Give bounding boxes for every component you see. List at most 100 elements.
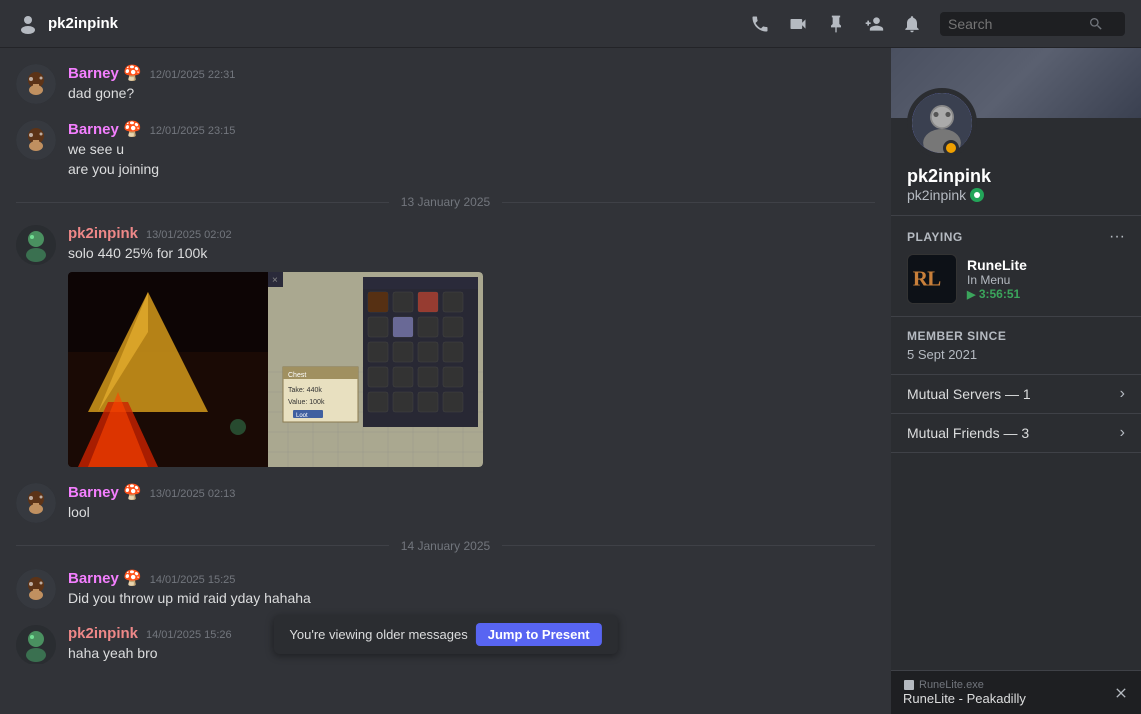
message-group: pk2inpink 13/01/2025 02:02 solo 440 25% … <box>16 225 875 467</box>
right-panel: ··· <box>891 48 1141 714</box>
playing-more-icon[interactable]: ··· <box>1109 228 1125 246</box>
playing-row: RL RuneLite In Menu ▶ 3:56:51 <box>907 254 1125 304</box>
search-icon <box>1088 16 1104 32</box>
message-header: Barney 🍄 13/01/2025 02:13 <box>68 483 875 501</box>
runelite-close-button[interactable] <box>1113 685 1129 701</box>
message-group: Barney 🍄 13/01/2025 02:13 lool <box>16 483 875 523</box>
message-text: lool <box>68 503 875 523</box>
chevron-right-icon-2: › <box>1120 424 1125 442</box>
message-author: Barney 🍄 <box>68 483 142 501</box>
profile-avatar-area <box>891 88 1141 158</box>
call-icon[interactable] <box>750 14 770 34</box>
playing-section: Playing ··· RL RuneLite In Menu ▶ 3:56 <box>891 216 1141 317</box>
avatar <box>16 225 56 265</box>
profile-tag: pk2inpink <box>907 187 1125 203</box>
main-layout: Barney 🍄 12/01/2025 22:31 dad gone? <box>0 48 1141 714</box>
message-header: Barney 🍄 12/01/2025 22:31 <box>68 64 875 82</box>
mutual-servers-row[interactable]: Mutual Servers — 1 › <box>891 375 1141 414</box>
avatar <box>16 64 56 104</box>
svg-text:Chest: Chest <box>288 372 306 379</box>
runelite-bar: RuneLite.exe RuneLite - Peakadilly <box>891 670 1141 714</box>
date-divider: 14 January 2025 <box>16 539 875 553</box>
message-text: Did you throw up mid raid yday hahaha <box>68 589 875 609</box>
message-text: we see u are you joining <box>68 140 875 179</box>
svg-text:Value: 100k: Value: 100k <box>288 399 325 406</box>
message-timestamp: 14/01/2025 15:26 <box>146 629 232 641</box>
member-since-section: Member Since 5 Sept 2021 <box>891 317 1141 375</box>
runelite-info: RuneLite.exe RuneLite - Peakadilly <box>903 679 1026 706</box>
message-text: dad gone? <box>68 84 875 104</box>
jump-to-present-button[interactable]: Jump to Present <box>476 623 602 646</box>
message-header: Barney 🍄 14/01/2025 15:25 <box>68 569 875 587</box>
svg-text:×: × <box>272 275 278 286</box>
svg-text:RL: RL <box>913 267 941 291</box>
online-badge <box>970 188 984 202</box>
message-author: Barney 🍄 <box>68 64 142 82</box>
message-content: Barney 🍄 14/01/2025 15:25 Did you throw … <box>68 569 875 609</box>
message-text: solo 440 25% for 100k <box>68 244 875 264</box>
game-status: In Menu <box>967 273 1125 287</box>
bottom-spacer <box>0 664 891 714</box>
message-content: Barney 🍄 12/01/2025 22:31 dad gone? <box>68 64 875 104</box>
older-messages-label: You're viewing older messages <box>289 627 467 642</box>
avatar <box>16 483 56 523</box>
runelite-title: RuneLite - Peakadilly <box>903 691 1026 706</box>
message-timestamp: 13/01/2025 02:13 <box>150 488 236 500</box>
dm-avatar-icon <box>16 12 40 36</box>
member-since-date: 5 Sept 2021 <box>907 347 1125 362</box>
chevron-right-icon: › <box>1120 385 1125 403</box>
message-group: Barney 🍄 14/01/2025 15:25 Did you throw … <box>16 569 875 609</box>
channel-title: pk2inpink <box>48 15 118 32</box>
mutual-servers-label: Mutual Servers — 1 <box>907 386 1031 402</box>
message-timestamp: 14/01/2025 15:25 <box>150 574 236 586</box>
message-timestamp: 13/01/2025 02:02 <box>146 229 232 241</box>
message-timestamp: 12/01/2025 23:15 <box>150 125 236 137</box>
pin-icon[interactable] <box>826 14 846 34</box>
game-timer: ▶ 3:56:51 <box>967 287 1125 301</box>
member-since-title: Member Since <box>907 329 1125 343</box>
message-content: pk2inpink 13/01/2025 02:02 solo 440 25% … <box>68 225 875 467</box>
profile-avatar <box>907 88 977 158</box>
image-embed: Chest Take: 440k Value: 100k Loot × <box>68 272 483 467</box>
inbox-icon[interactable] <box>902 14 922 34</box>
game-screenshot: Chest Take: 440k Value: 100k Loot × <box>68 272 483 467</box>
older-messages-bar: You're viewing older messages Jump to Pr… <box>273 615 617 654</box>
runelite-filename: RuneLite.exe <box>903 679 1026 691</box>
avatar <box>16 569 56 609</box>
message-group: Barney 🍄 12/01/2025 23:15 we see u are y… <box>16 120 875 179</box>
message-header: pk2inpink 13/01/2025 02:02 <box>68 225 875 242</box>
game-details: RuneLite In Menu ▶ 3:56:51 <box>967 257 1125 301</box>
date-divider: 13 January 2025 <box>16 195 875 209</box>
message-content: Barney 🍄 13/01/2025 02:13 lool <box>68 483 875 523</box>
message-author: Barney 🍄 <box>68 569 142 587</box>
message-author: Barney 🍄 <box>68 120 142 138</box>
search-box[interactable] <box>940 12 1125 36</box>
message-header: Barney 🍄 12/01/2025 23:15 <box>68 120 875 138</box>
video-call-icon[interactable] <box>788 14 808 34</box>
online-status-dot <box>943 140 959 156</box>
section-header: Playing ··· <box>907 228 1125 246</box>
message-content: Barney 🍄 12/01/2025 23:15 we see u are y… <box>68 120 875 179</box>
mutual-friends-label: Mutual Friends — 3 <box>907 425 1029 441</box>
message-group: Barney 🍄 12/01/2025 22:31 dad gone? <box>16 64 875 104</box>
topbar-icons <box>750 12 1125 36</box>
mutual-friends-row[interactable]: Mutual Friends — 3 › <box>891 414 1141 453</box>
profile-avatar-img <box>912 93 972 153</box>
avatar <box>16 625 56 664</box>
game-name: RuneLite <box>967 257 1125 273</box>
messages-container[interactable]: Barney 🍄 12/01/2025 22:31 dad gone? <box>0 48 891 664</box>
message-author: pk2inpink <box>68 625 138 642</box>
avatar <box>16 120 56 160</box>
message-author: pk2inpink <box>68 225 138 242</box>
svg-text:Loot: Loot <box>296 413 308 419</box>
search-input[interactable] <box>948 16 1088 32</box>
chat-area: Barney 🍄 12/01/2025 22:31 dad gone? <box>0 48 891 714</box>
game-icon: RL <box>907 254 957 304</box>
topbar: pk2inpink <box>0 0 1141 48</box>
svg-text:Take: 440k: Take: 440k <box>288 387 322 394</box>
message-timestamp: 12/01/2025 22:31 <box>150 69 236 81</box>
add-member-icon[interactable] <box>864 14 884 34</box>
profile-info: pk2inpink pk2inpink <box>891 166 1141 216</box>
playing-section-title: Playing <box>907 230 963 244</box>
profile-name: pk2inpink <box>907 166 1125 187</box>
